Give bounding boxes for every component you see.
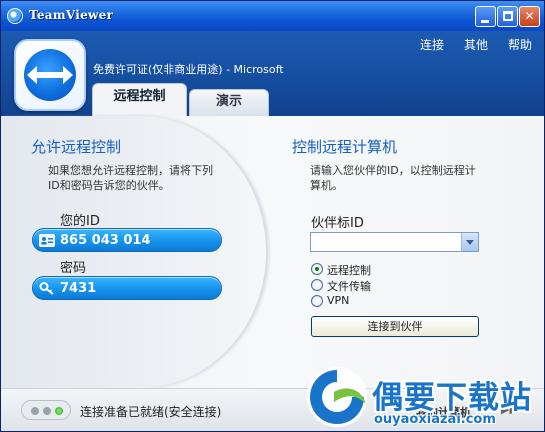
maximize-icon <box>503 11 513 21</box>
control-heading: 控制远程计算机 <box>292 138 398 156</box>
teamviewer-logo <box>14 39 86 111</box>
allow-description-line2: ID和密码告诉您的伙伴。 <box>48 179 170 192</box>
status-led-icon <box>31 407 39 415</box>
minimize-icon <box>481 20 489 23</box>
password-label: 密码 <box>60 261 87 276</box>
menu-extras[interactable]: 其他 <box>464 36 488 53</box>
your-id-field[interactable]: 865 043 014 <box>32 228 222 252</box>
main-content: 允许远程控制 如果您想允许远程控制，请将下列 ID和密码告诉您的伙伴。 您的ID… <box>1 116 544 388</box>
status-led-icon <box>43 407 51 415</box>
license-text: 免费许可证(仅非商业用途) - Microsoft <box>93 63 284 76</box>
minimize-button[interactable] <box>475 6 496 27</box>
maximize-button[interactable] <box>497 6 518 27</box>
radio-file-transfer[interactable]: 文件传输 <box>311 277 471 293</box>
radio-unselected-icon <box>311 295 323 307</box>
radio-selected-icon <box>311 263 323 275</box>
key-icon <box>39 282 54 295</box>
watermark-logo-icon <box>307 367 367 427</box>
tab-presentation[interactable]: 演示 <box>189 89 269 116</box>
close-button[interactable]: ✕ <box>519 6 540 27</box>
header: 连接 其他 帮助 免费许可证(仅非商业用途) - Microsoft 远程控制 … <box>1 31 544 116</box>
radio-remote-control-label: 远程控制 <box>327 264 371 277</box>
menu-connection[interactable]: 连接 <box>420 36 444 53</box>
allow-heading: 允许远程控制 <box>31 138 122 156</box>
title-bar[interactable]: TeamViewer ✕ <box>1 1 544 31</box>
watermark-name: 偶要下载站 <box>372 380 532 416</box>
status-led-green-icon <box>55 407 63 415</box>
radio-remote-control[interactable]: 远程控制 <box>311 261 471 277</box>
watermark-url: ouyaoxiazai.com <box>374 412 496 427</box>
teamviewer-app-icon <box>7 8 23 24</box>
your-id-value: 865 043 014 <box>60 233 151 248</box>
dropdown-arrow-icon[interactable] <box>461 233 478 251</box>
password-value: 7431 <box>60 281 97 296</box>
menu-help[interactable]: 帮助 <box>508 36 532 53</box>
tab-remote-control[interactable]: 远程控制 <box>92 83 187 116</box>
watermark: 偶要下载站 ouyaoxiazai.com <box>302 362 545 432</box>
partner-id-label: 伙伴标ID <box>311 216 364 231</box>
password-field[interactable]: 7431 <box>32 276 222 300</box>
double-arrow-icon <box>27 66 73 84</box>
allow-description-line1: 如果您想允许远程控制，请将下列 <box>48 164 213 177</box>
partner-id-combobox[interactable] <box>310 232 479 252</box>
allow-remote-control-pane: 允许远程控制 如果您想允许远程控制，请将下列 ID和密码告诉您的伙伴。 您的ID… <box>1 116 266 388</box>
connection-status-indicator <box>21 400 71 420</box>
control-description-line1: 请输入您伙伴的ID，以控制远程计 <box>310 164 476 177</box>
radio-file-transfer-label: 文件传输 <box>327 280 371 293</box>
radio-unselected-icon <box>311 279 323 291</box>
connect-to-partner-button[interactable]: 连接到伙伴 <box>311 316 479 337</box>
control-description-line2: 算机。 <box>310 179 343 192</box>
close-icon: ✕ <box>524 9 535 23</box>
id-card-icon <box>39 234 55 247</box>
your-id-label: 您的ID <box>60 214 100 229</box>
status-text: 连接准备已就绪(安全连接) <box>80 405 222 419</box>
radio-vpn[interactable]: VPN <box>311 293 471 309</box>
window-title: TeamViewer <box>29 8 114 22</box>
radio-vpn-label: VPN <box>327 294 350 307</box>
